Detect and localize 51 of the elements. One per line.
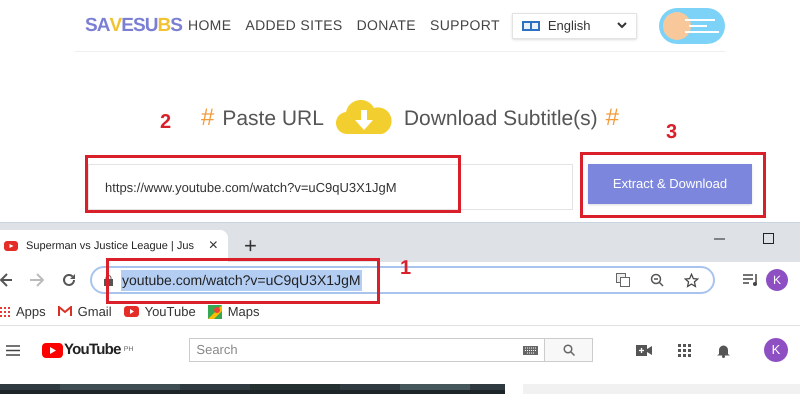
- translate-icon[interactable]: [616, 273, 630, 287]
- cloud-download-icon: [336, 100, 392, 136]
- keyboard-icon[interactable]: [523, 346, 538, 354]
- search-placeholder: Search: [196, 341, 238, 360]
- close-icon[interactable]: ×: [208, 238, 218, 254]
- bookmark-link[interactable]: Gmail: [58, 302, 112, 322]
- media-queue-icon[interactable]: [743, 274, 759, 286]
- user-avatar[interactable]: K: [764, 338, 788, 362]
- star-icon[interactable]: [684, 272, 699, 288]
- headline-step: Download Subtitle(s): [404, 103, 598, 134]
- apps-grid-icon[interactable]: [678, 344, 691, 356]
- step-number: 2: [160, 112, 172, 132]
- menu-toggle[interactable]: [659, 8, 725, 44]
- nav-link[interactable]: DONATE: [356, 15, 416, 36]
- hash-mark: #: [606, 103, 620, 133]
- bell-icon[interactable]: [717, 342, 730, 358]
- url-input[interactable]: https://www.youtube.com/watch?v=uC9qU3X1JgM: [88, 164, 573, 210]
- back-arrow-icon[interactable]: [0, 273, 12, 287]
- site-logo[interactable]: SAVESUBS: [85, 16, 182, 35]
- nav-link[interactable]: SUPPORT: [430, 15, 500, 36]
- search-button[interactable]: [545, 338, 594, 362]
- reload-icon[interactable]: [62, 273, 76, 287]
- video-camera-icon[interactable]: [636, 344, 652, 356]
- maximize-icon[interactable]: [763, 233, 774, 244]
- step-number: 3: [666, 122, 678, 142]
- mail-icon: [58, 306, 72, 317]
- search-field[interactable]: Search: [189, 338, 546, 362]
- new-tab-button[interactable]: +: [244, 235, 257, 257]
- chevron-down-icon: [617, 22, 628, 29]
- language-label: English: [548, 16, 591, 35]
- lock-icon: [104, 274, 113, 286]
- play-logo-icon: [4, 241, 18, 251]
- browser-tab[interactable]: Superman vs Justice League | Jus ×: [0, 230, 228, 262]
- profile-avatar[interactable]: K: [766, 269, 788, 291]
- nav-link[interactable]: HOME: [188, 15, 232, 36]
- zoom-out-icon[interactable]: [650, 273, 664, 287]
- bookmark-link[interactable]: Maps: [208, 302, 260, 322]
- hash-mark: #: [200, 103, 214, 133]
- search-icon: [562, 344, 575, 356]
- translate-icon: [522, 20, 540, 30]
- tab-title: Superman vs Justice League | Jus: [26, 238, 195, 254]
- menu-icon[interactable]: [6, 344, 20, 356]
- bookmark-link[interactable]: YouTube: [124, 302, 196, 322]
- bookmark-link[interactable]: Apps: [0, 302, 46, 322]
- apps-grid-icon: [0, 306, 10, 316]
- headline-step: Paste URL: [222, 103, 324, 134]
- language-select[interactable]: English: [512, 12, 638, 38]
- nav-link[interactable]: ADDED SITES: [245, 15, 343, 36]
- map-pin-icon: [208, 304, 222, 318]
- address-url: youtube.com/watch?v=uC9qU3X1JgM: [121, 270, 362, 290]
- play-logo-icon: [124, 306, 139, 317]
